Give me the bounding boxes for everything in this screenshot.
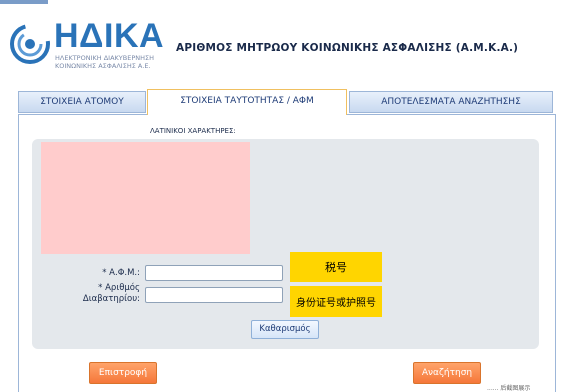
passport-label-line1: * Αριθμός (98, 283, 140, 293)
afm-label: * Α.Φ.Μ.: (102, 268, 140, 278)
annotation-note-afm: 税号 (290, 252, 382, 282)
logo-subtitle-line1: ΗΛΕΚΤΡΟΝΙΚΗ ΔΙΑΚΥΒΕΡΝΗΣΗ (55, 54, 154, 62)
tab-person-details[interactable]: ΣΤΟΙΧΕΙΑ ΑΤΟΜΟΥ (18, 91, 146, 113)
idika-logo: ΗΔΙΚΑ ΗΛΕΚΤΡΟΝΙΚΗ ΔΙΑΚΥΒΕΡΝΗΣΗ ΚΟΙΝΩΝΙΚΗ… (8, 16, 164, 76)
search-button[interactable]: Αναζήτηση (413, 362, 481, 384)
page-title: ΑΡΙΘΜΟΣ ΜΗΤΡΩΟΥ ΚΟΙΝΩΝΙΚΗΣ ΑΣΦΑΛΙΣΗΣ (Α.… (176, 42, 519, 54)
passport-label: * Αριθμός Διαβατηρίου: (40, 283, 140, 305)
logo-swirl-icon (10, 24, 50, 64)
afm-input[interactable] (145, 265, 283, 281)
annotation-note-passport: 身份证号或护照号 (290, 286, 382, 317)
back-button[interactable]: Επιστροφή (89, 362, 157, 384)
tab-search-results[interactable]: ΑΠΟΤΕΛΕΣΜΑΤΑ ΑΝΑΖΗΤΗΣΗΣ (349, 91, 553, 113)
top-accent-strip (0, 0, 48, 4)
logo-subtitle-line2: ΚΟΙΝΩΝΙΚΗΣ ΑΣΦΑΛΙΣΗΣ Α.Ε. (55, 62, 151, 70)
tab-identity-afm[interactable]: ΣΤΟΙΧΕΙΑ ΤΑΥΤΟΤΗΤΑΣ / ΑΦΜ (147, 89, 347, 115)
passport-label-line2: Διαβατηρίου: (82, 294, 140, 304)
passport-number-input[interactable] (145, 287, 283, 303)
logo-wordmark: ΗΔΙΚΑ (54, 17, 165, 55)
latin-characters-label: ΛΑΤΙΝΙΚΟΙ ΧΑΡΑΚΤΗΡΕΣ: (150, 127, 236, 135)
clear-button[interactable]: Καθαρισμός (251, 320, 319, 339)
logo-subtitle: ΗΛΕΚΤΡΟΝΙΚΗ ΔΙΑΚΥΒΕΡΝΗΣΗ ΚΟΙΝΩΝΙΚΗΣ ΑΣΦΑ… (55, 54, 165, 70)
redacted-area (41, 142, 250, 254)
watermark-text: ...... 后截图展示 (487, 385, 531, 392)
